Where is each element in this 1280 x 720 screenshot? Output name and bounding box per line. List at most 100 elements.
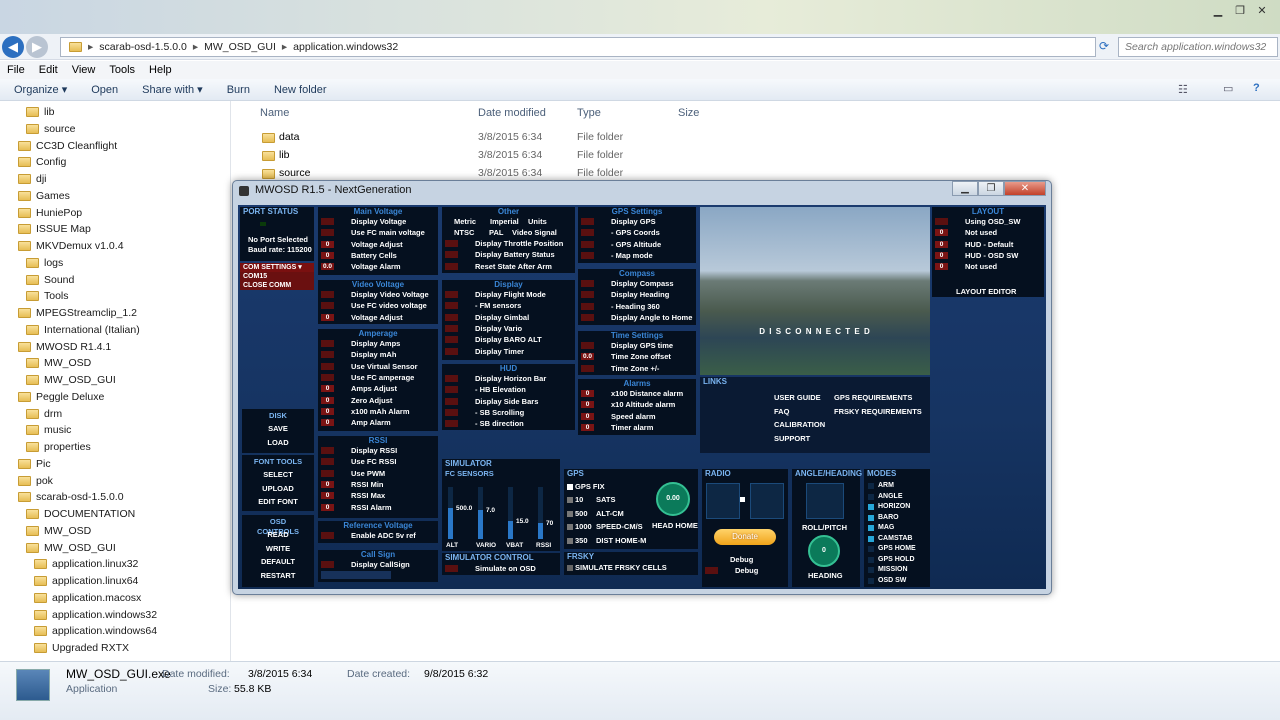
disk-panel-button[interactable]: SAVE bbox=[248, 424, 308, 434]
font-tools-panel-button[interactable]: EDIT FONT bbox=[248, 497, 308, 507]
amperage-item[interactable]: 0 x100 mAh Alarm bbox=[321, 407, 435, 417]
osd-controls-panel-button[interactable]: READ bbox=[248, 530, 308, 540]
layout-item[interactable]: 0 Not used bbox=[935, 262, 1041, 272]
sidebar-item[interactable]: application.windows32 bbox=[34, 607, 157, 623]
video-voltage-item-toggle[interactable] bbox=[321, 302, 334, 310]
hud-item[interactable]: Display Horizon Bar bbox=[445, 374, 572, 384]
link-item[interactable]: FRSKY REQUIREMENTS bbox=[834, 407, 922, 417]
other-item[interactable]: Display Battery Status bbox=[445, 250, 572, 260]
sidebar-item[interactable]: Peggle Deluxe bbox=[18, 389, 104, 405]
gps-settings-item[interactable]: - Map mode bbox=[581, 251, 693, 261]
rssi-item[interactable]: 0 RSSI Min bbox=[321, 480, 435, 490]
rssi-item[interactable]: Use FC RSSI bbox=[321, 457, 435, 467]
gps-fix-checkbox[interactable] bbox=[567, 484, 573, 490]
menu-edit[interactable]: Edit bbox=[39, 64, 58, 76]
heading-dial[interactable]: 0 bbox=[808, 535, 840, 567]
simulator-control-item[interactable]: Simulate on OSD bbox=[445, 564, 557, 574]
roll-pitch-pad[interactable] bbox=[806, 483, 844, 519]
file-row[interactable]: data 3/8/2015 6:34 File folder bbox=[232, 129, 732, 147]
amperage-item-value[interactable]: 0 bbox=[321, 396, 334, 404]
alarms-item-value[interactable]: 0 bbox=[581, 401, 594, 409]
breadcrumb-item[interactable]: application.windows32 bbox=[293, 41, 398, 53]
maximize-icon[interactable]: ❐ bbox=[978, 181, 1004, 196]
preview-pane-icon[interactable]: ▭ bbox=[1223, 82, 1233, 95]
main-voltage-item[interactable]: 0.0 Voltage Alarm bbox=[321, 262, 435, 272]
main-voltage-item-value[interactable]: 0 bbox=[321, 240, 334, 248]
sidebar-item[interactable]: MW_OSD_GUI bbox=[26, 540, 116, 556]
refv-item[interactable]: Enable ADC 5v ref bbox=[321, 531, 435, 541]
amperage-item[interactable]: 0 Amp Alarm bbox=[321, 418, 435, 428]
search-input[interactable]: Search application.windows32 bbox=[1118, 37, 1278, 57]
font-tools-panel-button[interactable]: UPLOAD bbox=[248, 484, 308, 494]
amperage-item-toggle[interactable] bbox=[321, 351, 334, 359]
main-voltage-item-value[interactable]: 0 bbox=[321, 251, 334, 259]
gps-row-checkbox[interactable] bbox=[567, 497, 573, 503]
sidebar-item[interactable]: CC3D Cleanflight bbox=[18, 138, 117, 154]
organize-button[interactable]: Organize ▾ bbox=[14, 83, 67, 96]
refv-item-toggle[interactable] bbox=[321, 532, 334, 539]
sidebar-item[interactable]: MW_OSD bbox=[26, 355, 91, 371]
address-field[interactable]: ▸ scarab-osd-1.5.0.0 ▸ MW_OSD_GUI ▸ applica… bbox=[60, 37, 1096, 57]
rssi-item-toggle[interactable] bbox=[321, 447, 334, 454]
video-signal-option[interactable]: Video Signal bbox=[512, 228, 557, 238]
layout-item[interactable]: Using OSD_SW bbox=[935, 217, 1041, 227]
display-item[interactable]: Display Vario bbox=[445, 324, 572, 334]
other-item-toggle[interactable] bbox=[445, 251, 458, 259]
rssi-item[interactable]: 0 RSSI Max bbox=[321, 491, 435, 501]
com-settings-button[interactable]: COM SETTINGS ▾ bbox=[240, 263, 314, 272]
time-item-value[interactable]: 0.0 bbox=[581, 353, 594, 361]
alarms-item[interactable]: 0 x100 Distance alarm bbox=[581, 389, 693, 399]
help-icon[interactable]: ? bbox=[1253, 82, 1260, 94]
gps-settings-item-toggle[interactable] bbox=[581, 218, 594, 225]
amperage-item[interactable]: Display mAh bbox=[321, 350, 435, 360]
units-option[interactable]: Imperial bbox=[490, 217, 519, 227]
display-item[interactable]: Display Gimbal bbox=[445, 313, 572, 323]
video-voltage-item[interactable]: 0 Voltage Adjust bbox=[321, 313, 435, 323]
open-button[interactable]: Open bbox=[91, 84, 118, 96]
rssi-item-value[interactable]: 0 bbox=[321, 492, 334, 500]
rssi-item-toggle[interactable] bbox=[321, 469, 334, 477]
amperage-item[interactable]: Use FC amperage bbox=[321, 373, 435, 383]
frsky-checkbox[interactable] bbox=[567, 565, 573, 571]
layout-item[interactable]: 0 Not used bbox=[935, 228, 1041, 238]
view-options-icon[interactable]: ☷ bbox=[1178, 83, 1188, 96]
link-item[interactable]: SUPPORT bbox=[774, 434, 810, 444]
video-voltage-item[interactable]: Use FC video voltage bbox=[321, 301, 435, 311]
video-voltage-item-toggle[interactable] bbox=[321, 291, 334, 298]
layout-item-value[interactable]: 0 bbox=[935, 229, 948, 237]
time-item-toggle[interactable] bbox=[581, 364, 594, 372]
amperage-item-toggle[interactable] bbox=[321, 362, 334, 370]
amperage-item-toggle[interactable] bbox=[321, 340, 334, 347]
sidebar-item[interactable]: Games bbox=[18, 188, 70, 204]
radio-stick-left[interactable] bbox=[706, 483, 740, 519]
forward-icon[interactable]: ▶ bbox=[26, 36, 48, 58]
amperage-item[interactable]: Use Virtual Sensor bbox=[321, 362, 435, 372]
layout-item-value[interactable]: 0 bbox=[935, 263, 948, 271]
main-voltage-item[interactable]: Display Voltage bbox=[321, 217, 435, 227]
hud-item-toggle[interactable] bbox=[445, 375, 458, 382]
amperage-item-value[interactable]: 0 bbox=[321, 385, 334, 393]
sidebar-item[interactable]: MPEGStreamclip_1.2 bbox=[18, 305, 137, 321]
units-option[interactable]: Units bbox=[528, 217, 547, 227]
menu-tools[interactable]: Tools bbox=[109, 64, 135, 76]
gps-settings-item-toggle[interactable] bbox=[581, 251, 594, 259]
close-icon[interactable]: ✕ bbox=[1252, 2, 1272, 18]
gps-settings-item[interactable]: - GPS Altitude bbox=[581, 240, 693, 250]
main-voltage-item[interactable]: 0 Battery Cells bbox=[321, 251, 435, 261]
sidebar-item[interactable]: International (Italian) bbox=[26, 322, 140, 338]
display-item-toggle[interactable] bbox=[445, 291, 458, 298]
sidebar-item[interactable]: application.linux32 bbox=[34, 556, 138, 572]
amperage-item-value[interactable]: 0 bbox=[321, 407, 334, 415]
callsign-input[interactable] bbox=[321, 571, 391, 579]
layout-item-value[interactable]: 0 bbox=[935, 240, 948, 248]
sidebar-item[interactable]: application.windows64 bbox=[34, 623, 157, 639]
sidebar-item[interactable]: Sound bbox=[26, 272, 74, 288]
other-item[interactable]: Reset State After Arm bbox=[445, 262, 572, 272]
layout-editor-button[interactable]: LAYOUT EDITOR bbox=[956, 287, 1016, 297]
sidebar-item[interactable]: MW_OSD_GUI bbox=[26, 372, 116, 388]
sidebar-item[interactable]: Upgraded RXTX bbox=[34, 640, 129, 656]
layout-item-toggle[interactable] bbox=[935, 218, 948, 225]
main-voltage-item-value[interactable]: 0.0 bbox=[321, 263, 334, 271]
refresh-icon[interactable]: ⟳ bbox=[1099, 39, 1109, 53]
alarms-item-value[interactable]: 0 bbox=[581, 390, 594, 397]
